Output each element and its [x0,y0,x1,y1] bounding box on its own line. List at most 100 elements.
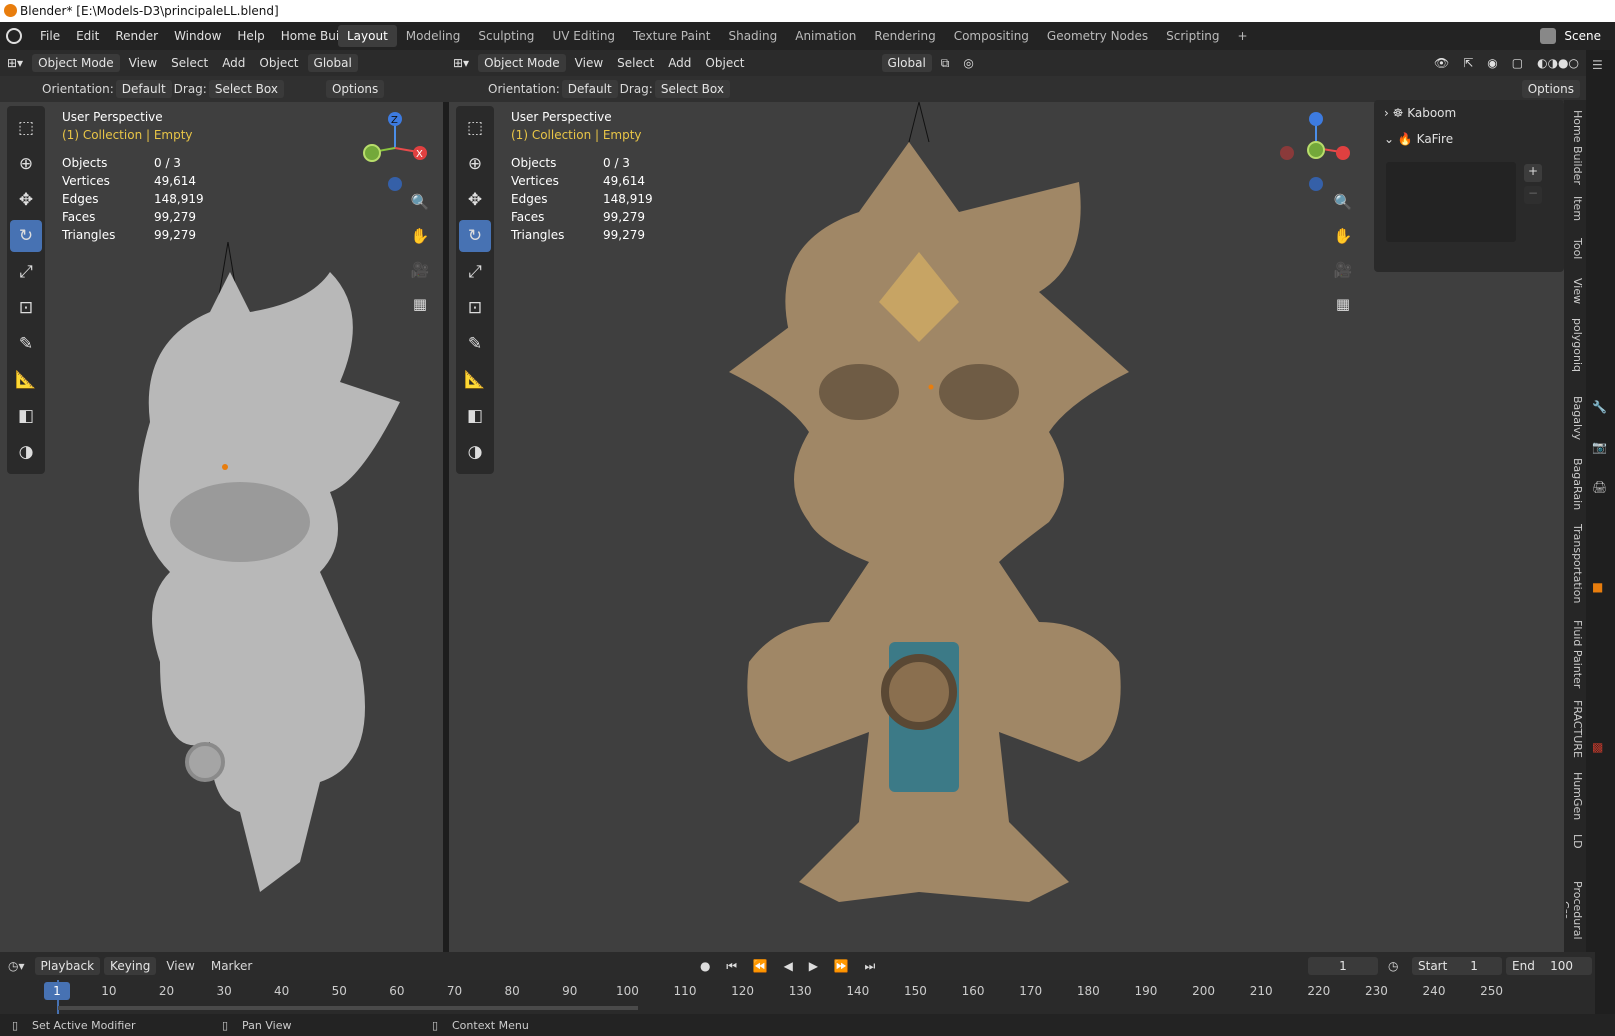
tab-compositing[interactable]: Compositing [945,25,1038,47]
tab-scripting[interactable]: Scripting [1157,25,1228,47]
right-menu-object[interactable]: Object [698,56,751,70]
left-axis-gizmo[interactable]: Z X [355,106,435,196]
editor-type-icon[interactable]: ⊞▾ [446,56,476,70]
tab-uv-editing[interactable]: UV Editing [543,25,624,47]
menu-edit[interactable]: Edit [68,29,107,43]
right-axis-gizmo[interactable] [1271,106,1361,196]
add-cube-icon[interactable]: ◧ [459,400,491,432]
left-orientation-dropdown[interactable]: Default [115,80,172,98]
left-menu-object[interactable]: Object [252,56,305,70]
shading-modes-icon[interactable]: ◐◑●○ [1530,56,1586,70]
camera-icon[interactable]: 🎥 [406,256,434,284]
playback-controls[interactable]: ● ⏮ ⏪ ◀ ▶ ⏩ ⏭ [700,959,881,974]
timeline-menu-view[interactable]: View [158,959,202,973]
left-menu-view[interactable]: View [122,56,164,70]
move-icon[interactable]: ✥ [459,184,491,216]
move-icon[interactable]: ✥ [10,184,42,216]
render-properties-icon[interactable]: 📷 [1592,440,1607,454]
zoom-icon[interactable]: 🔍 [1329,188,1357,216]
transform-icon[interactable]: ⊡ [10,292,42,324]
tab-item[interactable]: Item [1566,196,1584,221]
list-add-button[interactable]: + [1524,164,1542,182]
tab-sculpting[interactable]: Sculpting [469,25,543,47]
menu-help[interactable]: Help [229,29,272,43]
menu-file[interactable]: File [32,29,68,43]
right-drag-dropdown[interactable]: Select Box [654,80,730,98]
select-box-icon[interactable]: ⬚ [10,112,42,144]
kafire-list[interactable] [1386,162,1516,242]
tab-ld[interactable]: LD [1566,834,1584,849]
scene-selector[interactable]: Scene [1540,22,1615,50]
output-properties-icon[interactable]: 🖨 [1592,480,1607,494]
proportional-icon[interactable]: ◎ [956,56,980,70]
start-frame-field[interactable]: Start 1 [1412,957,1502,975]
tab-geometry-nodes[interactable]: Geometry Nodes [1038,25,1157,47]
tab-shading[interactable]: Shading [719,25,786,47]
right-transform-dropdown[interactable]: Global [881,54,932,72]
end-frame-field[interactable]: End 100 [1506,957,1592,975]
xray-icon[interactable]: ▢ [1505,56,1530,70]
visibility-icon[interactable]: 👁 [1427,56,1456,70]
tab-tool[interactable]: Tool [1566,238,1584,259]
right-menu-view[interactable]: View [568,56,610,70]
timeline-editor-icon[interactable]: ◷▾ [0,959,33,973]
right-options-button[interactable]: Options [1521,80,1580,98]
grid-view-icon[interactable]: ▦ [1329,290,1357,318]
left-drag-dropdown[interactable]: Select Box [208,80,284,98]
tab-transportation[interactable]: Transportation [1566,524,1584,603]
timeline-menu-keying[interactable]: Keying [104,957,157,975]
current-frame-field[interactable]: 1 [1308,957,1378,975]
tab-view[interactable]: View [1566,278,1584,304]
object-properties-icon[interactable]: ■ [1592,580,1603,594]
annotate-icon[interactable]: ✎ [10,328,42,360]
grid-view-icon[interactable]: ▦ [406,290,434,318]
tab-rendering[interactable]: Rendering [865,25,944,47]
right-mode-dropdown[interactable]: Object Mode [478,54,566,72]
tab-bagarain[interactable]: BagaRain [1566,458,1584,510]
rotate-icon[interactable]: ↻ [459,220,491,252]
left-3d-viewport[interactable]: User Perspective (1) Collection | Empty … [0,102,443,952]
annotate-icon[interactable]: ✎ [459,328,491,360]
menu-window[interactable]: Window [166,29,229,43]
measure-icon[interactable]: 📐 [459,364,491,396]
properties-editor-icon[interactable]: ☰ [1592,58,1603,72]
right-menu-select[interactable]: Select [610,56,661,70]
tab-layout[interactable]: Layout [338,25,397,47]
tool-properties-icon[interactable]: 🔧 [1592,400,1607,414]
panel-kaboom[interactable]: › ☸ Kaboom [1384,106,1456,120]
left-transform-dropdown[interactable]: Global [307,54,358,72]
overlay-toggle-icon[interactable]: ◉ [1480,56,1504,70]
tab-home-builder[interactable]: Home Builder [1566,110,1584,185]
left-mode-dropdown[interactable]: Object Mode [32,54,120,72]
editor-type-icon[interactable]: ⊞▾ [0,56,30,70]
tab-polygoniq[interactable]: polygoniq [1566,318,1584,372]
shading-ball-icon[interactable]: ◑ [10,436,42,468]
transform-icon[interactable]: ⊡ [459,292,491,324]
tab-animation[interactable]: Animation [786,25,865,47]
menu-render[interactable]: Render [107,29,166,43]
timeline-menu-playback[interactable]: Playback [34,957,101,975]
shading-ball-icon[interactable]: ◑ [459,436,491,468]
right-menu-add[interactable]: Add [661,56,698,70]
texture-properties-icon[interactable]: ▩ [1592,740,1603,754]
right-orientation-dropdown[interactable]: Default [561,80,618,98]
timeline-ruler[interactable]: 1 10 20 30 40 50 60 70 80 90 100 110 120 130 140 150 160… [0,980,1595,1014]
rotate-icon[interactable]: ↻ [10,220,42,252]
add-workspace-button[interactable]: + [1229,25,1257,47]
select-box-icon[interactable]: ⬚ [459,112,491,144]
measure-icon[interactable]: 📐 [10,364,42,396]
cursor-icon[interactable]: ⊕ [10,148,42,180]
tab-fracture[interactable]: FRACTURE [1566,700,1584,758]
snap-icon[interactable]: ⧉ [934,56,957,71]
tab-modeling[interactable]: Modeling [397,25,470,47]
blender-menu-icon[interactable] [6,28,22,44]
left-menu-add[interactable]: Add [215,56,252,70]
tab-bagalvy[interactable]: Bagalvy [1566,396,1584,440]
cursor-icon[interactable]: ⊕ [459,148,491,180]
scale-icon[interactable]: ⤢ [10,256,42,288]
tab-fluid-painter[interactable]: Fluid Painter [1566,620,1584,688]
pan-hand-icon[interactable]: ✋ [1329,222,1357,250]
scale-icon[interactable]: ⤢ [459,256,491,288]
tab-texture-paint[interactable]: Texture Paint [624,25,719,47]
timeline-menu-marker[interactable]: Marker [203,959,260,973]
